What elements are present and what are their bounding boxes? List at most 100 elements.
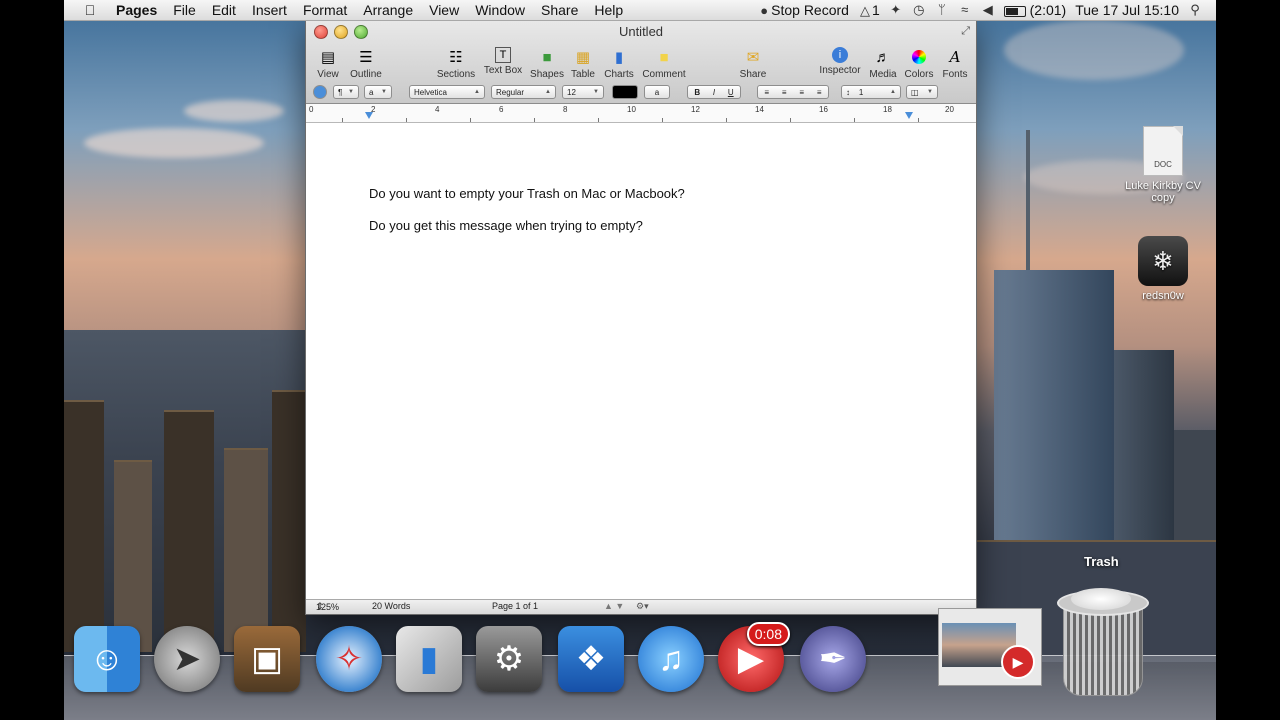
ruler-number: 16: [819, 105, 828, 114]
view-icon: ▤: [320, 49, 336, 66]
font-size-select[interactable]: 12 ▼: [562, 85, 604, 99]
zoom-select[interactable]: 125% ⇕: [316, 601, 339, 612]
dropdown-arrow-icon: ▼: [381, 89, 387, 95]
menu-bar:  Pages File Edit Insert Format Arrange …: [64, 0, 1216, 21]
toolbar-label: Share: [739, 69, 767, 80]
line-spacing-value: 1: [858, 87, 864, 97]
preview-photos-icon: ▣: [234, 626, 300, 692]
document-paragraph[interactable]: Do you want to empty your Trash on Mac o…: [369, 186, 685, 201]
text-background-color-well[interactable]: a: [644, 85, 670, 99]
menu-file[interactable]: File: [165, 2, 204, 18]
right-indent-marker[interactable]: [905, 112, 913, 119]
bold-button[interactable]: B: [694, 88, 700, 97]
character-style-button[interactable]: a ▼: [364, 85, 392, 99]
align-center-icon[interactable]: ≡: [782, 88, 787, 97]
music-note-icon: ♫: [638, 626, 704, 692]
styles-drawer-button[interactable]: [313, 85, 327, 99]
menu-insert[interactable]: Insert: [244, 2, 295, 18]
menu-help[interactable]: Help: [586, 2, 631, 18]
file-type-badge: DOC: [1154, 160, 1172, 169]
document-canvas[interactable]: Do you want to empty your Trash on Mac o…: [306, 123, 976, 594]
menu-share[interactable]: Share: [533, 2, 586, 18]
dock-system-preferences[interactable]: ⚙: [474, 624, 544, 694]
numbers-chart-icon: ▮: [396, 626, 462, 692]
building: [272, 390, 306, 652]
dock-minimized-window[interactable]: ▶: [938, 608, 1042, 686]
dock-script-editor[interactable]: ✒: [798, 624, 868, 694]
page-navigation-arrows[interactable]: ▲ ▼: [604, 601, 624, 611]
page-actions-gear-icon[interactable]: ⚙▾: [636, 601, 649, 612]
align-left-icon[interactable]: ≡: [764, 88, 769, 97]
dropdown-arrow-icon: ▼: [348, 89, 354, 95]
format-bar: ¶ ▼ a ▼ Helvetica ▲ Regular ▲ 12 ▼ a B I U ≡ …: [306, 84, 976, 102]
battery-icon: [1003, 5, 1026, 17]
dock-vuze[interactable]: ❖: [556, 624, 626, 694]
ruler-number: 18: [883, 105, 892, 114]
dock-itunes[interactable]: ♫: [636, 624, 706, 694]
ruler-tick: [406, 118, 407, 122]
frog-icon: ❖: [558, 626, 624, 692]
menu-format[interactable]: Format: [295, 2, 355, 18]
tools-icon[interactable]: ✦: [889, 3, 903, 17]
time-machine-icon[interactable]: ◷: [912, 3, 926, 17]
ruler[interactable]: 0 2 4 6 8 10 12 14 16 18 20: [306, 104, 976, 123]
menu-edit[interactable]: Edit: [204, 2, 244, 18]
outline-icon: ☰: [359, 49, 373, 66]
menu-view[interactable]: View: [421, 2, 467, 18]
desktop-icon-label: Luke Kirkby CV copy: [1125, 180, 1201, 204]
apple-menu-icon[interactable]: : [82, 2, 98, 18]
columns-select[interactable]: ◫ ▼: [906, 85, 938, 99]
text-color-well[interactable]: [612, 85, 638, 99]
battery-menu[interactable]: (2:01): [1003, 2, 1066, 18]
menu-window[interactable]: Window: [467, 2, 533, 18]
toolbar-label: Sections: [436, 69, 476, 80]
stop-record-menu[interactable]: ● Stop Record: [757, 2, 849, 18]
dock-finder[interactable]: ☺: [72, 624, 142, 694]
dock-preview[interactable]: ▣: [232, 624, 302, 694]
bluetooth-icon[interactable]: ᛘ: [935, 3, 949, 17]
desktop-app-redsn0w[interactable]: ❄ redsn0w: [1118, 236, 1208, 302]
window-title: Untitled: [618, 24, 664, 39]
line-spacing-select[interactable]: ↕ 1 ▲: [841, 85, 901, 99]
document-paragraph[interactable]: Do you get this message when trying to e…: [369, 218, 643, 233]
toolbar-outline-button[interactable]: ☰ Outline: [336, 47, 396, 80]
toolbar-label: Comment: [642, 69, 686, 80]
adobe-menu[interactable]: △ 1: [858, 2, 880, 18]
align-right-icon[interactable]: ≡: [799, 88, 804, 97]
left-indent-marker[interactable]: [365, 112, 373, 119]
dock-safari[interactable]: ✧: [314, 624, 384, 694]
ruler-tick: [790, 118, 791, 122]
dock-screen-recorder[interactable]: ▶ 0:08: [716, 622, 790, 694]
italic-button[interactable]: I: [713, 88, 715, 97]
toolbar-comment-button[interactable]: ■ Comment: [634, 47, 694, 81]
desktop-file-cv[interactable]: DOC Luke Kirkby CV copy: [1118, 126, 1208, 204]
menu-pages[interactable]: Pages: [108, 2, 165, 18]
dropdown-arrow-icon: ▲: [474, 89, 480, 95]
text-emphasis-group: B I U: [687, 85, 741, 99]
toolbar-share-button[interactable]: ✉ Share: [723, 47, 783, 80]
typeface-select[interactable]: Regular ▲: [491, 85, 556, 99]
font-family-value: Helvetica: [414, 87, 447, 97]
justify-icon[interactable]: ≡: [817, 88, 822, 97]
word-count: 20 Words: [372, 601, 411, 611]
toolbar-fonts-button[interactable]: A Fonts: [925, 47, 985, 80]
dropdown-arrow-icon: ▲: [890, 89, 896, 95]
spotlight-search-icon[interactable]: ⚲: [1188, 3, 1202, 17]
fullscreen-icon[interactable]: ⤢: [961, 25, 970, 38]
menu-arrange[interactable]: Arrange: [355, 2, 421, 18]
toolbar-label: Fonts: [942, 69, 968, 80]
dock-numbers[interactable]: ▮: [394, 624, 464, 694]
volume-icon[interactable]: ◀: [981, 3, 995, 17]
ruler-tick: [534, 118, 535, 122]
record-badge-icon: ▶: [1001, 645, 1035, 679]
wifi-icon[interactable]: ≈: [958, 3, 972, 17]
paragraph-style-button[interactable]: ¶ ▼: [333, 85, 359, 99]
doc-file-icon: DOC: [1143, 126, 1183, 176]
underline-button[interactable]: U: [728, 88, 734, 97]
font-family-select[interactable]: Helvetica ▲: [409, 85, 485, 99]
clock[interactable]: Tue 17 Jul 15:10: [1075, 2, 1179, 18]
dock-trash[interactable]: [1057, 588, 1149, 696]
dock-launchpad[interactable]: ➤: [152, 624, 222, 694]
ruler-number: 0: [309, 105, 314, 114]
sections-icon: ☷: [449, 49, 463, 66]
